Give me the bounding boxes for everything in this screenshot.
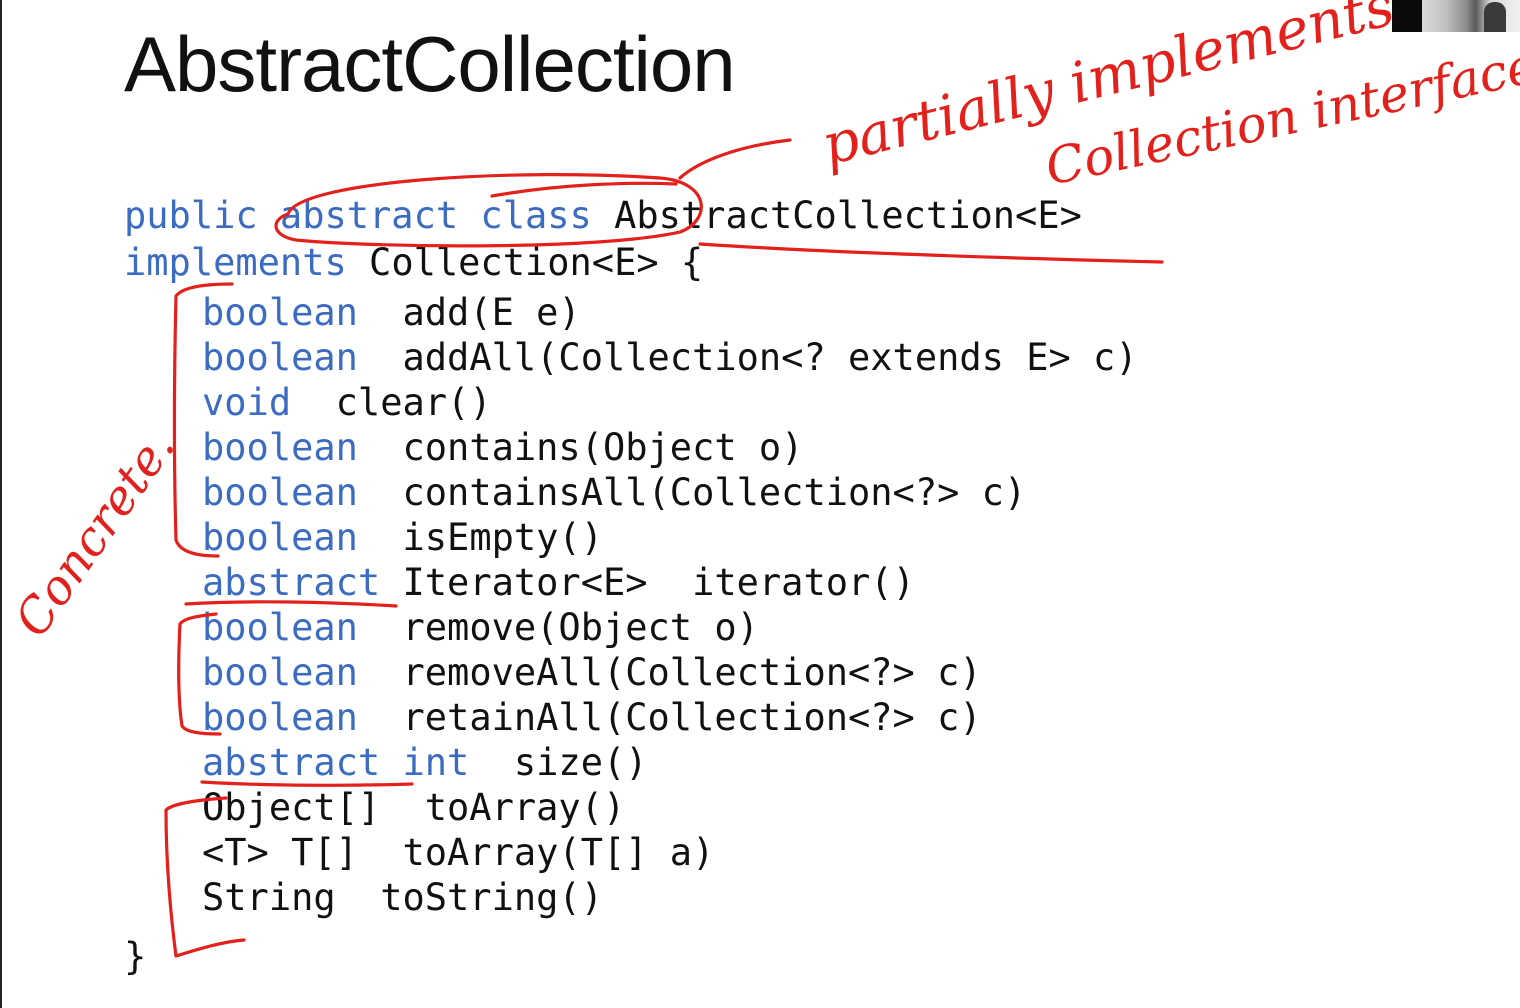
method-line: boolean addAll(Collection<? extends E> c… xyxy=(202,335,1138,380)
method-token-text: removeAll(Collection<?> c) xyxy=(357,651,982,694)
annotation-partially-implements: partially implements xyxy=(816,0,1401,179)
method-line: void clear() xyxy=(202,380,1138,425)
method-token-text: size() xyxy=(469,741,648,784)
method-line: boolean isEmpty() xyxy=(202,515,1138,560)
method-line: boolean removeAll(Collection<?> c) xyxy=(202,650,1138,695)
underline-abstractcollection xyxy=(698,242,1164,264)
method-token-keyword: boolean xyxy=(202,471,358,514)
code-token-text: AbstractCollection<E> xyxy=(614,194,1082,237)
method-token-text: isEmpty() xyxy=(357,516,603,559)
method-token-keyword: void xyxy=(202,381,292,424)
method-token-text: retainAll(Collection<?> c) xyxy=(357,696,982,739)
method-token-keyword: boolean xyxy=(202,651,358,694)
method-token-text: add(E e) xyxy=(357,291,581,334)
method-token-keyword: boolean xyxy=(202,606,358,649)
method-token-keyword: boolean xyxy=(202,696,358,739)
webcam-video xyxy=(1422,0,1520,32)
window-left-border xyxy=(0,0,2,1008)
code-token-keyword: public abstract class xyxy=(124,194,615,237)
method-token-text: Object[] toArray() xyxy=(202,786,626,829)
closing-brace: } xyxy=(124,935,147,978)
slide-title: AbstractCollection xyxy=(124,20,736,108)
method-token-text: contains(Object o) xyxy=(357,426,804,469)
method-line: abstract int size() xyxy=(202,740,1138,785)
method-line: String toString() xyxy=(202,875,1138,920)
code-token-text: Collection<E> { xyxy=(369,241,704,284)
webcam-black-bar xyxy=(1392,0,1422,32)
annotation-collection-interface: Collection interface xyxy=(1040,36,1520,197)
method-line: <T> T[] toArray(T[] a) xyxy=(202,830,1138,875)
method-token-text: containsAll(Collection<?> c) xyxy=(357,471,1027,514)
method-token-keyword: boolean xyxy=(202,291,358,334)
class-declaration-line-2: implements Collection<E> { xyxy=(124,243,703,283)
method-token-text: clear() xyxy=(291,381,492,424)
method-line: boolean add(E e) xyxy=(202,290,1138,335)
method-list: boolean add(E e) boolean addAll(Collectio… xyxy=(202,290,1138,920)
code-token-keyword: implements xyxy=(124,241,370,284)
method-line: boolean retainAll(Collection<?> c) xyxy=(202,695,1138,740)
method-line: Object[] toArray() xyxy=(202,785,1138,830)
annotation-concrete: Concrete. xyxy=(4,420,186,647)
method-line: boolean remove(Object o) xyxy=(202,605,1138,650)
method-token-keyword: boolean xyxy=(202,516,358,559)
method-token-keyword: boolean xyxy=(202,426,358,469)
method-token-keyword: abstract xyxy=(202,561,381,604)
method-token-keyword: abstract int xyxy=(202,741,470,784)
method-line: boolean containsAll(Collection<?> c) xyxy=(202,470,1138,515)
method-token-text: Iterator<E> iterator() xyxy=(380,561,915,604)
class-declaration-line-1: public abstract class AbstractCollection… xyxy=(124,196,1082,236)
webcam-thumbnail xyxy=(1392,0,1520,32)
method-line: boolean contains(Object o) xyxy=(202,425,1138,470)
method-line: abstract Iterator<E> iterator() xyxy=(202,560,1138,605)
method-token-text: String toString() xyxy=(202,876,603,919)
method-token-text: addAll(Collection<? extends E> c) xyxy=(357,336,1138,379)
webcam-person-icon xyxy=(1484,2,1506,32)
arrow-to-note xyxy=(678,138,792,180)
slide: AbstractCollection public abstract class… xyxy=(0,0,1520,1008)
method-token-text: remove(Object o) xyxy=(357,606,759,649)
method-token-text: <T> T[] toArray(T[] a) xyxy=(202,831,715,874)
method-token-keyword: boolean xyxy=(202,336,358,379)
